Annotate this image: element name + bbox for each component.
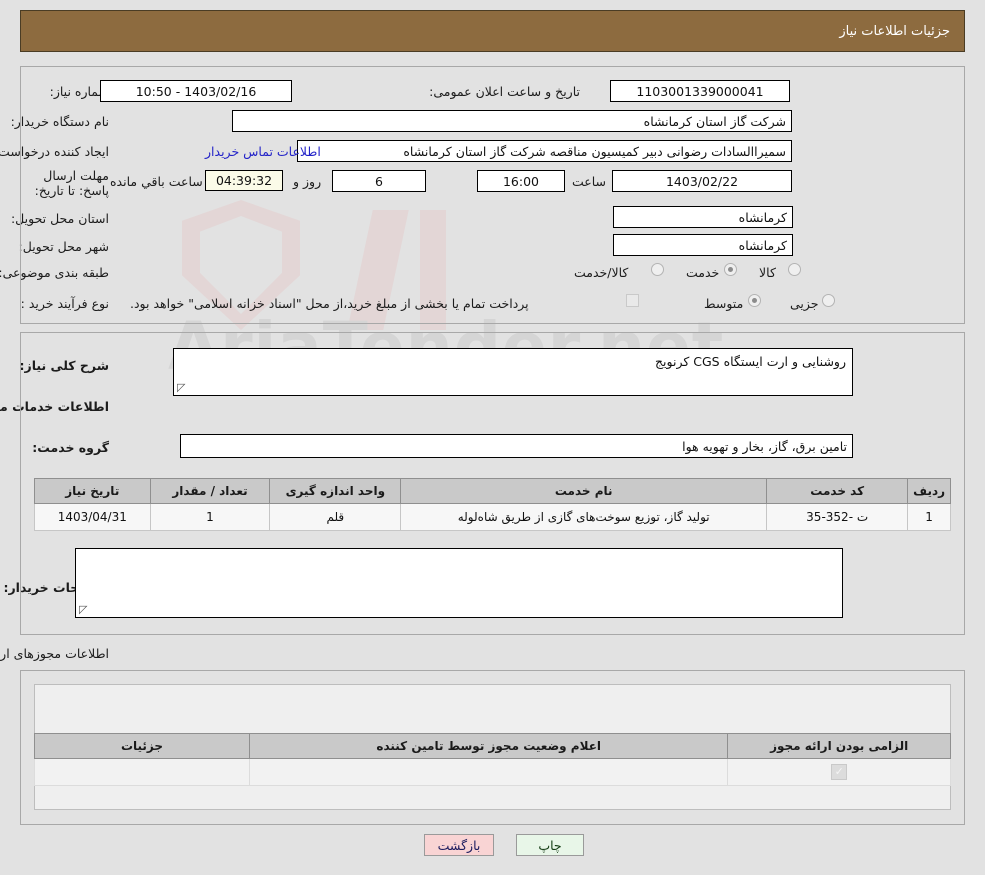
licenses-table-header-row: الزامی بودن ارائه مجوز اعلام وضعیت مجوز …: [34, 733, 951, 759]
licenses-col-details: جزئیات: [34, 733, 250, 759]
items-cell-row: 1: [907, 503, 951, 531]
items-col-row: ردیف: [907, 478, 951, 504]
main-info-panel: [20, 66, 965, 324]
items-cell-code: ت -352-35: [766, 503, 909, 531]
license-required-checkbox: ✓: [831, 764, 848, 780]
page-header: جزئیات اطلاعات نیاز: [20, 10, 965, 52]
items-col-code: کد خدمت: [766, 478, 909, 504]
items-col-qty: تعداد / مقدار: [149, 478, 271, 504]
items-col-unit: واحد اندازه گیری: [269, 478, 402, 504]
licenses-cell-status: [248, 758, 729, 786]
items-cell-qty: 1: [149, 503, 271, 531]
items-table: ردیف کد خدمت نام خدمت واحد اندازه گیری ت…: [34, 478, 951, 531]
items-cell-unit: قلم: [269, 503, 402, 531]
items-cell-name: تولید گاز، توزیع سوخت‌های گازی از طریق ش…: [400, 503, 768, 531]
licenses-cell-required: ✓: [727, 758, 951, 786]
items-cell-date: 1403/04/31: [34, 503, 151, 531]
back-button[interactable]: بازگشت: [424, 834, 494, 856]
licenses-table: الزامی بودن ارائه مجوز اعلام وضعیت مجوز …: [34, 733, 951, 786]
table-row: 1 ت -352-35 تولید گاز، توزیع سوخت‌های گا…: [34, 503, 951, 531]
licenses-section-title: اطلاعات مجوزهای ارائه خدمت / کالا: [0, 646, 109, 661]
items-table-header-row: ردیف کد خدمت نام خدمت واحد اندازه گیری ت…: [34, 478, 951, 504]
page-root: AriaTender.net جزئیات اطلاعات نیاز شماره…: [0, 0, 985, 875]
licenses-col-required: الزامی بودن ارائه مجوز: [727, 733, 951, 759]
print-button[interactable]: چاپ: [516, 834, 584, 856]
page-title: جزئیات اطلاعات نیاز: [839, 23, 950, 39]
licenses-cell-details: [34, 758, 250, 786]
items-col-name: نام خدمت: [400, 478, 768, 504]
licenses-col-status: اعلام وضعیت مجوز توسط تامین کننده: [248, 733, 729, 759]
items-col-date: تاریخ نیاز: [34, 478, 151, 504]
table-row: ✓: [34, 758, 951, 786]
